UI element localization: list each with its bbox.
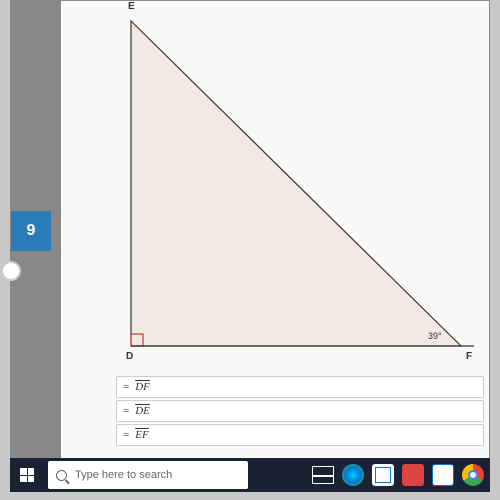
problem-number-badge: 9 bbox=[11, 211, 51, 251]
angle-F-label: 39° bbox=[428, 331, 442, 341]
equals-sign: = bbox=[123, 405, 129, 417]
equals-sign: = bbox=[123, 381, 129, 393]
screen-area: 9 E D F 39° = DF = DE = EF bbox=[10, 0, 490, 470]
worksheet-content: E D F 39° = DF = DE = EF bbox=[61, 1, 489, 469]
store-icon[interactable] bbox=[432, 464, 454, 486]
equals-sign: = bbox=[123, 429, 129, 441]
news-icon[interactable] bbox=[402, 464, 424, 486]
vertex-E-label: E bbox=[128, 1, 135, 12]
start-button[interactable] bbox=[10, 458, 44, 492]
windows-icon bbox=[20, 468, 34, 482]
vertex-D-label: D bbox=[126, 351, 133, 362]
segment-label-DF: DF bbox=[135, 381, 150, 393]
answer-row-DE[interactable]: = DE bbox=[116, 400, 484, 422]
segment-label-EF: EF bbox=[135, 429, 148, 441]
answer-rows: = DF = DE = EF bbox=[116, 376, 484, 448]
chrome-icon[interactable] bbox=[462, 464, 484, 486]
answer-row-DF[interactable]: = DF bbox=[116, 376, 484, 398]
search-placeholder: Type here to search bbox=[75, 469, 172, 481]
vertex-F-label: F bbox=[466, 351, 472, 362]
answer-row-EF[interactable]: = EF bbox=[116, 424, 484, 446]
search-icon bbox=[56, 470, 67, 481]
mail-icon[interactable] bbox=[372, 464, 394, 486]
segment-label-DE: DE bbox=[135, 405, 150, 417]
triangle-figure: E D F 39° bbox=[86, 1, 476, 366]
windows-taskbar: Type here to search bbox=[10, 458, 490, 492]
triangle-svg bbox=[86, 1, 476, 366]
taskbar-app-icons bbox=[312, 458, 490, 492]
taskview-icon[interactable] bbox=[312, 466, 334, 484]
hint-circle bbox=[1, 261, 21, 281]
taskbar-search[interactable]: Type here to search bbox=[48, 461, 248, 489]
edge-icon[interactable] bbox=[342, 464, 364, 486]
